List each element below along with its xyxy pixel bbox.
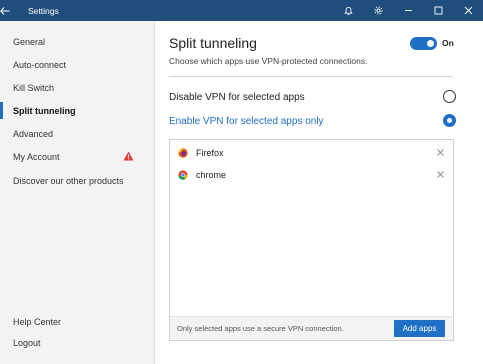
sidebar-item-discover-products[interactable]: Discover our other products	[0, 169, 155, 192]
add-apps-button[interactable]: Add apps	[394, 320, 445, 337]
main-panel: Split tunneling Choose which apps use VP…	[155, 21, 483, 364]
firefox-icon	[178, 148, 188, 158]
sidebar-item-label: Auto-connect	[13, 59, 67, 70]
maximize-icon[interactable]	[423, 0, 453, 21]
radio-enable-vpn-only[interactable]	[443, 114, 456, 127]
app-name: chrome	[196, 170, 227, 180]
sidebar-item-label: General	[13, 36, 46, 47]
window-controls	[333, 0, 483, 21]
remove-icon[interactable]	[436, 148, 445, 157]
sidebar-item-help-center[interactable]: Help Center	[0, 310, 155, 333]
option-label: Enable VPN for selected apps only	[169, 115, 324, 127]
list-item-chrome: chrome	[170, 164, 453, 186]
sidebar: General Auto-connect Kill Switch Split t…	[0, 21, 155, 364]
sidebar-item-logout[interactable]: Logout	[0, 331, 155, 354]
sidebar-item-label: Split tunneling	[13, 105, 76, 116]
sidebar-item-label: Help Center	[13, 316, 62, 327]
toggle-state-label: On	[442, 38, 454, 48]
sidebar-item-label: Advanced	[13, 128, 54, 139]
title-bar: Settings	[0, 0, 483, 21]
app-list-footer: Only selected apps use a secure VPN conn…	[170, 316, 453, 340]
sidebar-item-general[interactable]: General	[0, 30, 155, 53]
close-icon[interactable]	[453, 0, 483, 21]
sidebar-item-split-tunneling[interactable]: Split tunneling	[0, 99, 155, 122]
page-subtitle: Choose which apps use VPN-protected conn…	[169, 56, 368, 66]
sidebar-item-label: Kill Switch	[13, 82, 55, 93]
sidebar-item-advanced[interactable]: Advanced	[0, 122, 155, 145]
sidebar-item-label: Logout	[13, 337, 41, 348]
divider	[169, 76, 453, 77]
remove-icon[interactable]	[436, 170, 445, 179]
page-title: Split tunneling	[169, 35, 257, 51]
footer-note: Only selected apps use a secure VPN conn…	[177, 324, 344, 333]
split-tunneling-toggle[interactable]	[410, 37, 437, 50]
option-label: Disable VPN for selected apps	[169, 91, 305, 103]
list-item-firefox: Firefox	[170, 142, 453, 164]
sidebar-item-label: My Account	[13, 151, 60, 162]
warning-icon	[123, 151, 134, 163]
sidebar-item-kill-switch[interactable]: Kill Switch	[0, 76, 155, 99]
app-list: Firefox chrome Only selected apps use a …	[169, 139, 454, 341]
chrome-icon	[178, 170, 188, 180]
option-disable-vpn[interactable]: Disable VPN for selected apps	[169, 87, 459, 107]
back-arrow-icon[interactable]	[0, 6, 28, 15]
sidebar-item-label: Discover our other products	[13, 175, 124, 186]
radio-disable-vpn[interactable]	[443, 90, 456, 103]
sidebar-item-auto-connect[interactable]: Auto-connect	[0, 53, 155, 76]
sidebar-item-my-account[interactable]: My Account	[0, 145, 155, 168]
app-name: Firefox	[196, 148, 224, 158]
option-enable-vpn-only[interactable]: Enable VPN for selected apps only	[169, 111, 459, 131]
window-title: Settings	[28, 5, 59, 16]
gear-icon[interactable]	[363, 0, 393, 21]
minimize-icon[interactable]	[393, 0, 423, 21]
bell-icon[interactable]	[333, 0, 363, 21]
